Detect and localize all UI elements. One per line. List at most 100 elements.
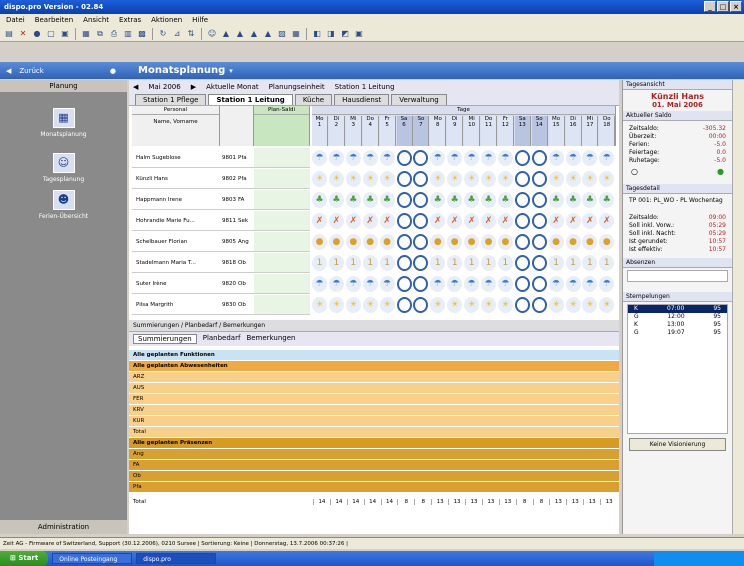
window-icon[interactable]: ▣ [59, 28, 71, 40]
shift-cell[interactable]: ☂ [582, 276, 598, 292]
shift-cell[interactable] [396, 192, 412, 208]
shift-cell[interactable] [531, 150, 547, 166]
shift-cell[interactable]: ● [582, 234, 598, 250]
shift-cell[interactable] [396, 171, 412, 187]
record-icon[interactable]: ● [31, 28, 43, 40]
pin-icon[interactable]: ● [110, 67, 116, 75]
shift-cell[interactable] [531, 192, 547, 208]
current-month-button[interactable]: Aktuelle Monat [206, 83, 259, 91]
shift-cell[interactable]: ☂ [328, 276, 344, 292]
shift-cell[interactable]: ● [312, 234, 327, 250]
new-icon[interactable]: ▤ [3, 28, 15, 40]
summary-absence-row[interactable]: KRV [129, 405, 619, 415]
summary-group-functions[interactable]: Alle geplanten Funktionen [129, 350, 619, 360]
summary-group-presences[interactable]: Alle geplanten Präsenzen [129, 438, 619, 448]
shift-cell[interactable]: ♣ [464, 192, 480, 208]
shift-cell[interactable]: ☀ [328, 171, 344, 187]
absences-list[interactable] [627, 270, 728, 282]
summary-absence-row[interactable]: ARZ [129, 372, 619, 382]
sort-icon[interactable]: ⇅ [185, 28, 197, 40]
shift-cell[interactable]: ● [379, 234, 395, 250]
shift-cell[interactable]: ♣ [328, 192, 344, 208]
shift-cell[interactable]: ☀ [312, 297, 327, 313]
shift-cell[interactable] [396, 297, 412, 313]
shift-cell[interactable]: 1 [481, 255, 496, 271]
menu-actions[interactable]: Aktionen [151, 16, 182, 24]
shift-cell[interactable]: 1 [362, 255, 378, 271]
shift-cell[interactable]: ♣ [582, 192, 598, 208]
shift-cell[interactable]: ♣ [379, 192, 395, 208]
shift-cell[interactable]: ♣ [565, 192, 581, 208]
shift-cell[interactable]: ☀ [345, 297, 361, 313]
no-vision-button[interactable]: Keine Visionierung [629, 438, 726, 451]
warning3-icon[interactable]: ▲ [248, 28, 260, 40]
shift-cell[interactable]: ☀ [481, 171, 496, 187]
shift-cell[interactable]: ♣ [497, 192, 513, 208]
save-icon[interactable]: ▩ [136, 28, 148, 40]
shift-cell[interactable]: ♣ [312, 192, 327, 208]
shift-cell[interactable]: ✗ [328, 213, 344, 229]
layout4-icon[interactable]: ▣ [353, 28, 365, 40]
shift-cell[interactable]: ☂ [430, 276, 446, 292]
shift-cell[interactable]: ☀ [362, 171, 378, 187]
close-icon[interactable]: × [730, 1, 742, 12]
shift-cell[interactable]: ✗ [481, 213, 496, 229]
shift-cell[interactable]: ✗ [565, 213, 581, 229]
summary-absence-row[interactable]: KUR [129, 416, 619, 426]
shift-cell[interactable]: ☂ [464, 276, 480, 292]
shift-cell[interactable] [531, 297, 547, 313]
shift-cell[interactable]: ☀ [312, 171, 327, 187]
tab-summaries[interactable]: Summierungen [133, 334, 197, 344]
shift-cell[interactable] [514, 234, 530, 250]
shift-cell[interactable]: ♣ [362, 192, 378, 208]
shift-cell[interactable]: ☀ [379, 171, 395, 187]
alert-icon[interactable]: ▲ [262, 28, 274, 40]
shift-cell[interactable]: 1 [312, 255, 327, 271]
shift-cell[interactable] [531, 276, 547, 292]
calendar-tool-icon[interactable]: ▥ [122, 28, 134, 40]
sidebar-item-daily[interactable]: ☺ Tagesplanung [0, 153, 127, 183]
shift-cell[interactable]: ✗ [582, 213, 598, 229]
maximize-icon[interactable]: □ [717, 1, 729, 12]
shift-cell[interactable]: ♣ [548, 192, 564, 208]
shift-cell[interactable]: ☂ [312, 150, 327, 166]
shift-cell[interactable]: ☂ [362, 150, 378, 166]
shift-cell[interactable]: ☀ [599, 171, 615, 187]
shift-cell[interactable]: ● [497, 234, 513, 250]
shift-cell[interactable] [531, 255, 547, 271]
warning2-icon[interactable]: ▲ [234, 28, 246, 40]
shift-cell[interactable]: ☀ [565, 297, 581, 313]
stamp-row[interactable]: K 13:00 95 [628, 321, 727, 329]
menu-edit[interactable]: Bearbeiten [35, 16, 73, 24]
summary-presence-row[interactable]: Ob [129, 471, 619, 481]
shift-cell[interactable]: ☂ [481, 150, 496, 166]
back-button[interactable]: Zurück [19, 67, 43, 75]
filter-icon[interactable]: ⊿ [171, 28, 183, 40]
shift-cell[interactable]: ☂ [430, 150, 446, 166]
shift-cell[interactable]: ♣ [447, 192, 463, 208]
shift-cell[interactable]: ☂ [328, 150, 344, 166]
shift-cell[interactable] [413, 234, 429, 250]
shift-cell[interactable] [396, 234, 412, 250]
tab-requirement[interactable]: Planbedarf [203, 334, 241, 344]
shift-cell[interactable]: ☂ [379, 150, 395, 166]
delete-icon[interactable]: ✕ [17, 28, 29, 40]
shift-cell[interactable]: ☂ [582, 150, 598, 166]
sidebar-planning-header[interactable]: Planung [0, 80, 127, 92]
shift-cell[interactable]: 1 [328, 255, 344, 271]
shift-cell[interactable]: ☂ [565, 276, 581, 292]
shift-cell[interactable]: ● [464, 234, 480, 250]
shift-cell[interactable]: ☂ [599, 150, 615, 166]
refresh-icon[interactable]: ↻ [157, 28, 169, 40]
shift-cell[interactable] [413, 297, 429, 313]
table-icon[interactable]: ▦ [290, 28, 302, 40]
shift-cell[interactable]: ☀ [565, 171, 581, 187]
shift-cell[interactable]: ✗ [599, 213, 615, 229]
shift-cell[interactable] [514, 171, 530, 187]
shift-cell[interactable]: ☀ [447, 171, 463, 187]
menu-view[interactable]: Ansicht [83, 16, 109, 24]
tab-admin[interactable]: Verwaltung [391, 94, 447, 105]
summary-presence-row[interactable]: Pfa [129, 482, 619, 492]
minimize-icon[interactable]: _ [704, 1, 716, 12]
shift-cell[interactable]: ☀ [447, 297, 463, 313]
